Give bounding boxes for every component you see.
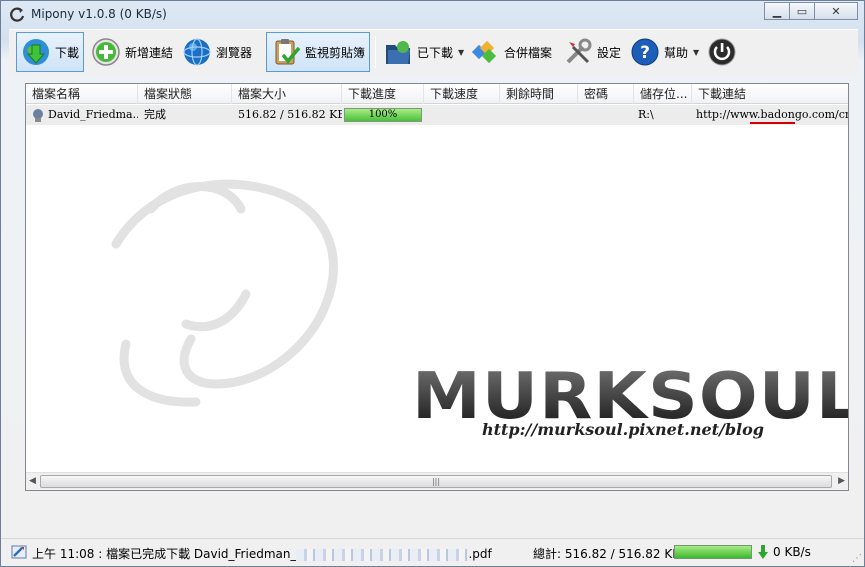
globe-icon bbox=[183, 38, 211, 66]
column-header-password[interactable]: 密碼 bbox=[578, 84, 634, 104]
monitor-clipboard-button[interactable]: 監視剪貼簿 bbox=[266, 32, 370, 72]
tools-icon bbox=[566, 38, 592, 64]
row-save-path: R:\ bbox=[638, 108, 654, 121]
table-row[interactable]: David_Friedma... 完成 516.82 / 516.82 KB 1… bbox=[26, 105, 848, 125]
browser-button[interactable]: 瀏覽器 bbox=[178, 32, 256, 72]
murksoul-watermark-url: http://murksoul.pixnet.net/blog bbox=[482, 420, 764, 439]
svg-text:?: ? bbox=[640, 43, 650, 63]
status-notification-icon bbox=[11, 545, 27, 559]
column-header-size[interactable]: 檔案大小 bbox=[232, 84, 342, 104]
row-progress-text: 100% bbox=[368, 109, 398, 120]
clipboard-icon bbox=[275, 39, 301, 65]
download-button[interactable]: 下載 bbox=[16, 32, 84, 72]
column-header-status[interactable]: 檔案狀態 bbox=[138, 84, 232, 104]
browser-label: 瀏覽器 bbox=[216, 45, 253, 60]
power-icon bbox=[708, 38, 736, 66]
downloaded-dropdown-arrow-icon[interactable]: ▼ bbox=[458, 48, 464, 57]
toolbar: 下載 新增連結 瀏覽器 監視剪貼簿 已下載 ▼ 合併檔案 設定 ? 幫助 ▼ bbox=[9, 29, 858, 75]
help-dropdown-arrow-icon[interactable]: ▼ bbox=[693, 48, 699, 57]
download-list: 檔案名稱 檔案狀態 檔案大小 下載進度 下載速度 剩餘時間 密碼 儲存位... … bbox=[25, 83, 849, 491]
status-message: 上午 11:08 : 檔案已完成下載 David_Friedman_ .pdf bbox=[32, 545, 492, 562]
status-message-suffix: .pdf bbox=[468, 547, 492, 561]
toolbar-separator bbox=[375, 36, 376, 68]
download-label: 下載 bbox=[54, 45, 79, 60]
settings-label: 設定 bbox=[597, 45, 622, 60]
window-title: Mipony v1.0.8 (0 KB/s) bbox=[31, 7, 167, 21]
minimize-icon: ▁ bbox=[772, 4, 782, 18]
link-highlight-underline bbox=[750, 122, 795, 124]
horizontal-scrollbar[interactable]: ◀ ||| ▶ bbox=[26, 472, 848, 490]
row-size: 516.82 / 516.82 KB bbox=[238, 108, 342, 121]
close-button[interactable]: ✕ bbox=[814, 2, 858, 20]
help-button[interactable]: ? 幫助 ▼ bbox=[626, 32, 703, 72]
download-globe-icon bbox=[22, 39, 49, 65]
downloaded-folder-icon bbox=[386, 41, 410, 64]
column-header-link[interactable]: 下載連結 bbox=[692, 84, 848, 104]
help-label: 幫助 bbox=[664, 45, 689, 60]
total-progress-bar bbox=[674, 545, 752, 559]
column-header-save-path[interactable]: 儲存位... bbox=[634, 84, 692, 104]
add-link-label: 新增連結 bbox=[125, 45, 174, 60]
merge-files-icon bbox=[471, 40, 497, 64]
resize-grip-icon[interactable]: ⋰ bbox=[852, 553, 862, 564]
help-icon: ? bbox=[631, 38, 659, 66]
scroll-left-icon[interactable]: ◀ bbox=[29, 476, 36, 486]
settings-button[interactable]: 設定 bbox=[559, 32, 625, 72]
downloaded-button[interactable]: 已下載 ▼ bbox=[379, 32, 468, 72]
status-speed: 0 KB/s bbox=[773, 545, 811, 559]
maximize-icon: ▭ bbox=[796, 4, 808, 18]
scroll-right-icon[interactable]: ▶ bbox=[838, 476, 845, 486]
main-window: Mipony v1.0.8 (0 KB/s) ▁ ▭ ✕ 下載 新增連結 瀏覽器… bbox=[0, 0, 865, 567]
row-remaining bbox=[500, 105, 578, 125]
mipony-app-icon bbox=[10, 7, 25, 22]
list-header: 檔案名稱 檔案狀態 檔案大小 下載進度 下載速度 剩餘時間 密碼 儲存位... … bbox=[26, 84, 848, 104]
row-progress-bar: 100% bbox=[344, 108, 422, 122]
add-link-button[interactable]: 新增連結 bbox=[87, 32, 177, 72]
title-bar: Mipony v1.0.8 (0 KB/s) ▁ ▭ ✕ bbox=[1, 1, 864, 29]
close-icon: ✕ bbox=[831, 4, 841, 18]
obscured-filename bbox=[296, 548, 469, 561]
status-total: 總計: 516.82 / 516.82 KB bbox=[533, 547, 681, 561]
window-controls: ▁ ▭ ✕ bbox=[764, 2, 858, 20]
row-filename: David_Friedma... bbox=[48, 108, 138, 121]
merge-files-label: 合併檔案 bbox=[504, 45, 553, 60]
maximize-button[interactable]: ▭ bbox=[789, 2, 815, 20]
column-header-progress[interactable]: 下載進度 bbox=[342, 84, 424, 104]
row-speed bbox=[424, 105, 500, 125]
merge-files-button[interactable]: 合併檔案 bbox=[466, 32, 556, 72]
minimize-button[interactable]: ▁ bbox=[764, 2, 790, 20]
plus-icon bbox=[92, 38, 120, 66]
column-header-remaining[interactable]: 剩餘時間 bbox=[500, 84, 578, 104]
status-message-prefix: 上午 11:08 : 檔案已完成下載 David_Friedman_ bbox=[32, 547, 297, 561]
power-button[interactable] bbox=[703, 32, 745, 72]
scrollbar-thumb[interactable]: ||| bbox=[40, 475, 832, 488]
downloaded-label: 已下載 bbox=[417, 45, 454, 60]
status-bar: 上午 11:08 : 檔案已完成下載 David_Friedman_ .pdf 總… bbox=[1, 538, 864, 566]
download-arrow-icon bbox=[758, 545, 768, 559]
column-header-filename[interactable]: 檔案名稱 bbox=[26, 84, 138, 104]
column-header-speed[interactable]: 下載速度 bbox=[424, 84, 500, 104]
row-status: 完成 bbox=[144, 108, 166, 121]
monitor-clipboard-label: 監視剪貼簿 bbox=[305, 45, 366, 60]
row-password bbox=[578, 105, 634, 125]
